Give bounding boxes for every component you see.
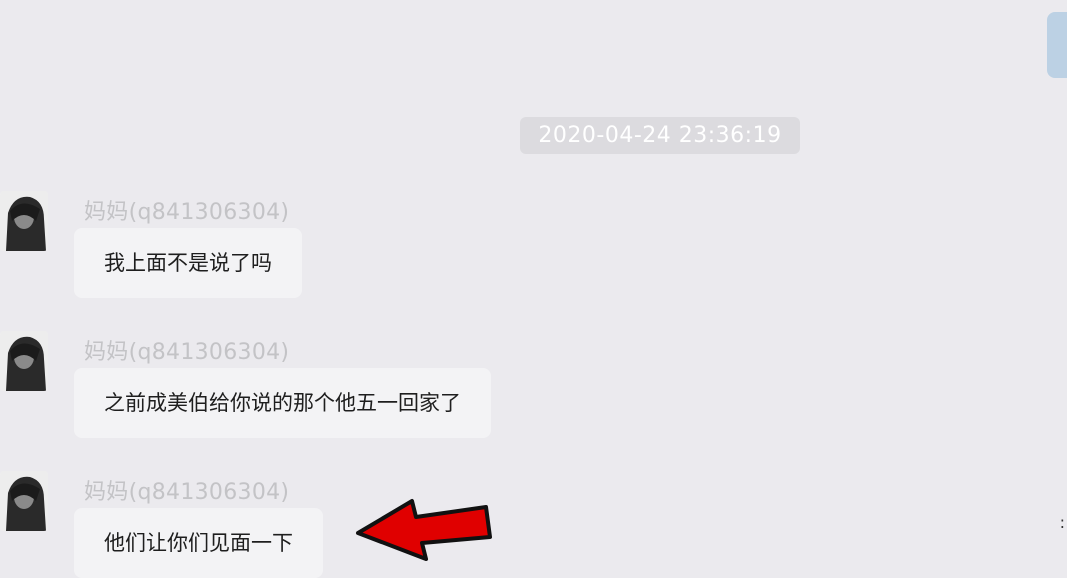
message-bubble[interactable]: 之前成美伯给你说的那个他五一回家了 [74, 368, 491, 438]
sender-name: 妈妈(q841306304) [84, 200, 290, 225]
sender-avatar[interactable] [0, 191, 48, 251]
red-arrow-icon [356, 499, 492, 561]
sender-avatar[interactable] [0, 331, 48, 391]
sender-name: 妈妈(q841306304) [84, 340, 290, 365]
sender-name: 妈妈(q841306304) [84, 480, 290, 505]
chat-message-area: 2020-04-24 23:36:19 妈妈(q841306304) 我上面不是… [0, 0, 1067, 578]
message-bubble[interactable]: 我上面不是说了吗 [74, 228, 302, 298]
message-timestamp: 2020-04-24 23:36:19 [520, 117, 800, 154]
scrollbar-thumb[interactable] [1047, 12, 1067, 78]
message-bubble[interactable]: 他们让你们见面一下 [74, 508, 323, 578]
edge-glyph: : [1059, 513, 1065, 532]
sender-avatar[interactable] [0, 471, 48, 531]
